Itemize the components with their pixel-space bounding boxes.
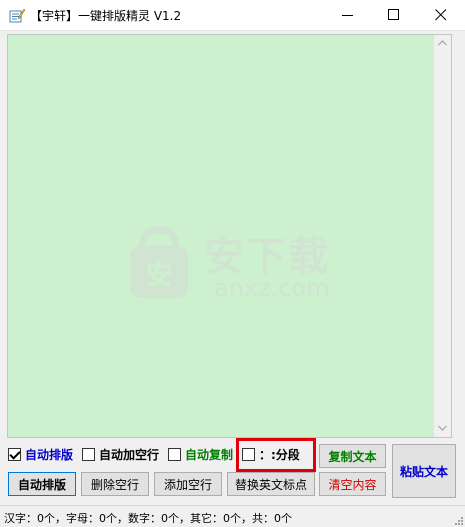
status-counts: 汉字：0个，字母：0个，数字：0个，其它：0个，共：0个 — [4, 512, 292, 525]
watermark-subtitle: anxz.com — [214, 274, 330, 302]
close-button[interactable] — [418, 0, 464, 31]
delete-blank-lines-button[interactable]: 删除空行 — [81, 472, 149, 496]
resize-grip-icon[interactable] — [453, 515, 463, 525]
maximize-icon — [388, 9, 399, 20]
copy-text-button[interactable]: 复制文本 — [319, 444, 386, 468]
chevron-down-icon — [438, 425, 447, 431]
vertical-scrollbar[interactable] — [434, 35, 451, 437]
title-bar: 【宇轩】一键排版精灵 V1.2 — [0, 0, 465, 31]
auto-copy-label[interactable]: 自动复制 — [185, 446, 233, 463]
paste-text-button[interactable]: 粘贴文本 — [392, 444, 456, 498]
maximize-button[interactable] — [371, 0, 417, 31]
option-auto-blank-line[interactable]: 自动加空行 — [82, 444, 159, 464]
app-notepad-icon — [9, 8, 25, 23]
replace-punctuation-button[interactable]: 替换英文标点 — [227, 472, 315, 496]
auto-layout-checkbox[interactable] — [8, 447, 21, 461]
svg-text:安: 安 — [146, 261, 172, 291]
close-icon — [435, 9, 447, 21]
auto-blank-line-label[interactable]: 自动加空行 — [99, 446, 159, 463]
auto-layout-label[interactable]: 自动排版 — [25, 446, 73, 463]
watermark-bag-icon: 安 — [130, 226, 188, 298]
minimize-icon — [342, 15, 353, 16]
option-auto-layout[interactable]: 自动排版 — [8, 444, 73, 464]
status-bar: 汉字：0个，字母：0个，数字：0个，其它：0个，共：0个 — [0, 505, 465, 527]
scroll-up-button[interactable] — [434, 35, 451, 52]
text-editor[interactable]: 安 安下载 anxz.com — [7, 34, 452, 438]
client-area: 安 安下载 anxz.com 自动排版 自动加空行 自动复制 ：:分段 复制文本… — [0, 31, 465, 527]
add-blank-lines-button[interactable]: 添加空行 — [154, 472, 222, 496]
scroll-down-button[interactable] — [434, 420, 451, 437]
auto-copy-checkbox[interactable] — [168, 447, 181, 461]
option-auto-copy[interactable]: 自动复制 — [168, 444, 236, 464]
minimize-button[interactable] — [325, 0, 371, 31]
auto-blank-line-checkbox[interactable] — [82, 447, 95, 461]
auto-layout-button[interactable]: 自动排版 — [8, 472, 76, 496]
window-title: 【宇轩】一键排版精灵 V1.2 — [30, 9, 182, 23]
watermark: 安 安下载 anxz.com — [124, 220, 354, 310]
chevron-up-icon — [438, 40, 447, 46]
clear-content-button[interactable]: 清空内容 — [319, 472, 386, 496]
highlight-annotation — [236, 438, 316, 472]
